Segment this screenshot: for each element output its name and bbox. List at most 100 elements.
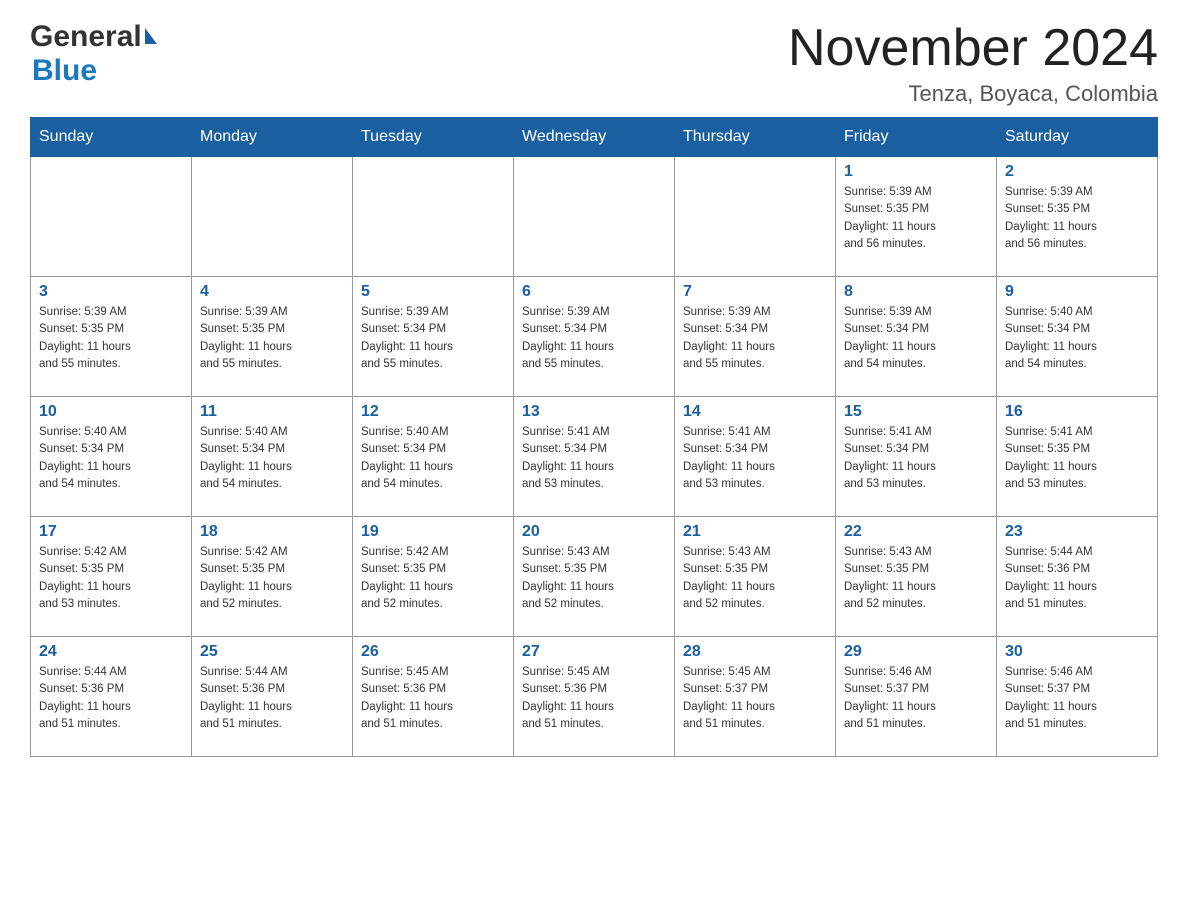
page-header: General Blue November 2024 Tenza, Boyaca… xyxy=(30,20,1158,107)
day-number: 18 xyxy=(200,523,344,541)
calendar-cell: 22 Sunrise: 5:43 AMSunset: 5:35 PMDayligh… xyxy=(836,517,997,637)
day-info: Sunrise: 5:42 AMSunset: 5:35 PMDaylight:… xyxy=(361,544,505,613)
day-info: Sunrise: 5:41 AMSunset: 5:35 PMDaylight:… xyxy=(1005,424,1149,493)
logo: General Blue xyxy=(30,20,157,88)
day-number: 29 xyxy=(844,643,988,661)
calendar-cell xyxy=(192,157,353,277)
weekday-header-row: SundayMondayTuesdayWednesdayThursdayFrid… xyxy=(31,118,1158,157)
day-info: Sunrise: 5:40 AMSunset: 5:34 PMDaylight:… xyxy=(39,424,183,493)
calendar-cell: 14Sunrise: 5:41 AMSunset: 5:34 PMDayligh… xyxy=(675,397,836,517)
day-info: Sunrise: 5:43 AMSunset: 5:35 PMDaylight:… xyxy=(522,544,666,613)
calendar-cell: 27 Sunrise: 5:45 AMSunset: 5:36 PMDayligh… xyxy=(514,637,675,757)
logo-general-text: General xyxy=(30,20,142,54)
day-info: Sunrise: 5:44 AMSunset: 5:36 PMDaylight:… xyxy=(39,664,183,733)
calendar-cell xyxy=(31,157,192,277)
calendar-cell xyxy=(675,157,836,277)
day-info: Sunrise: 5:41 AMSunset: 5:34 PMDaylight:… xyxy=(844,424,988,493)
day-info: Sunrise: 5:40 AMSunset: 5:34 PMDaylight:… xyxy=(1005,304,1149,373)
day-number: 19 xyxy=(361,523,505,541)
week-row-4: 24 Sunrise: 5:44 AMSunset: 5:36 PMDayligh… xyxy=(31,637,1158,757)
day-info: Sunrise: 5:43 AMSunset: 5:35 PMDaylight:… xyxy=(844,544,988,613)
day-number: 27 xyxy=(522,643,666,661)
weekday-header-tuesday: Tuesday xyxy=(353,118,514,157)
calendar-cell: 5Sunrise: 5:39 AMSunset: 5:34 PMDaylight… xyxy=(353,277,514,397)
day-number: 17 xyxy=(39,523,183,541)
weekday-header-wednesday: Wednesday xyxy=(514,118,675,157)
calendar-cell: 12Sunrise: 5:40 AMSunset: 5:34 PMDayligh… xyxy=(353,397,514,517)
day-number: 25 xyxy=(200,643,344,661)
day-number: 21 xyxy=(683,523,827,541)
calendar-cell: 29Sunrise: 5:46 AMSunset: 5:37 PMDayligh… xyxy=(836,637,997,757)
week-row-1: 3 Sunrise: 5:39 AMSunset: 5:35 PMDaylight… xyxy=(31,277,1158,397)
calendar-table: SundayMondayTuesdayWednesdayThursdayFrid… xyxy=(30,117,1158,757)
weekday-header-thursday: Thursday xyxy=(675,118,836,157)
day-info: Sunrise: 5:41 AMSunset: 5:34 PMDaylight:… xyxy=(522,424,666,493)
day-number: 24 xyxy=(39,643,183,661)
calendar-cell: 25 Sunrise: 5:44 AMSunset: 5:36 PMDayligh… xyxy=(192,637,353,757)
weekday-header-monday: Monday xyxy=(192,118,353,157)
day-number: 4 xyxy=(200,283,344,301)
calendar-cell: 18 Sunrise: 5:42 AMSunset: 5:35 PMDayligh… xyxy=(192,517,353,637)
calendar-cell: 10Sunrise: 5:40 AMSunset: 5:34 PMDayligh… xyxy=(31,397,192,517)
day-number: 28 xyxy=(683,643,827,661)
day-info: Sunrise: 5:39 AMSunset: 5:34 PMDaylight:… xyxy=(361,304,505,373)
day-number: 2 xyxy=(1005,163,1149,181)
location-title: Tenza, Boyaca, Colombia xyxy=(788,81,1158,107)
calendar-cell: 2 Sunrise: 5:39 AMSunset: 5:35 PMDaylight… xyxy=(997,157,1158,277)
day-number: 9 xyxy=(1005,283,1149,301)
day-info: Sunrise: 5:46 AMSunset: 5:37 PMDaylight:… xyxy=(1005,664,1149,733)
day-number: 16 xyxy=(1005,403,1149,421)
day-info: Sunrise: 5:44 AMSunset: 5:36 PMDaylight:… xyxy=(200,664,344,733)
week-row-3: 17 Sunrise: 5:42 AMSunset: 5:35 PMDayligh… xyxy=(31,517,1158,637)
calendar-cell: 11 Sunrise: 5:40 AMSunset: 5:34 PMDayligh… xyxy=(192,397,353,517)
calendar-cell: 17 Sunrise: 5:42 AMSunset: 5:35 PMDayligh… xyxy=(31,517,192,637)
day-number: 30 xyxy=(1005,643,1149,661)
week-row-2: 10Sunrise: 5:40 AMSunset: 5:34 PMDayligh… xyxy=(31,397,1158,517)
day-info: Sunrise: 5:39 AMSunset: 5:35 PMDaylight:… xyxy=(1005,184,1149,253)
day-info: Sunrise: 5:42 AMSunset: 5:35 PMDaylight:… xyxy=(200,544,344,613)
weekday-header-sunday: Sunday xyxy=(31,118,192,157)
calendar-cell: 20 Sunrise: 5:43 AMSunset: 5:35 PMDayligh… xyxy=(514,517,675,637)
day-info: Sunrise: 5:42 AMSunset: 5:35 PMDaylight:… xyxy=(39,544,183,613)
calendar-cell: 28 Sunrise: 5:45 AMSunset: 5:37 PMDayligh… xyxy=(675,637,836,757)
day-number: 12 xyxy=(361,403,505,421)
day-number: 23 xyxy=(1005,523,1149,541)
day-number: 13 xyxy=(522,403,666,421)
day-number: 6 xyxy=(522,283,666,301)
day-info: Sunrise: 5:40 AMSunset: 5:34 PMDaylight:… xyxy=(200,424,344,493)
day-number: 3 xyxy=(39,283,183,301)
day-number: 20 xyxy=(522,523,666,541)
logo-blue-text: Blue xyxy=(30,54,97,87)
day-info: Sunrise: 5:44 AMSunset: 5:36 PMDaylight:… xyxy=(1005,544,1149,613)
calendar-cell: 16 Sunrise: 5:41 AMSunset: 5:35 PMDayligh… xyxy=(997,397,1158,517)
weekday-header-friday: Friday xyxy=(836,118,997,157)
calendar-cell: 21 Sunrise: 5:43 AMSunset: 5:35 PMDayligh… xyxy=(675,517,836,637)
calendar-cell: 26 Sunrise: 5:45 AMSunset: 5:36 PMDayligh… xyxy=(353,637,514,757)
day-number: 22 xyxy=(844,523,988,541)
week-row-0: 1 Sunrise: 5:39 AMSunset: 5:35 PMDaylight… xyxy=(31,157,1158,277)
day-info: Sunrise: 5:39 AMSunset: 5:34 PMDaylight:… xyxy=(844,304,988,373)
calendar-cell xyxy=(514,157,675,277)
weekday-header-saturday: Saturday xyxy=(997,118,1158,157)
day-info: Sunrise: 5:39 AMSunset: 5:35 PMDaylight:… xyxy=(844,184,988,253)
calendar-cell: 6Sunrise: 5:39 AMSunset: 5:34 PMDaylight… xyxy=(514,277,675,397)
day-info: Sunrise: 5:45 AMSunset: 5:36 PMDaylight:… xyxy=(361,664,505,733)
calendar-cell: 15 Sunrise: 5:41 AMSunset: 5:34 PMDayligh… xyxy=(836,397,997,517)
day-number: 11 xyxy=(200,403,344,421)
day-info: Sunrise: 5:39 AMSunset: 5:35 PMDaylight:… xyxy=(39,304,183,373)
calendar-cell: 7 Sunrise: 5:39 AMSunset: 5:34 PMDaylight… xyxy=(675,277,836,397)
calendar-cell: 8Sunrise: 5:39 AMSunset: 5:34 PMDaylight… xyxy=(836,277,997,397)
day-info: Sunrise: 5:45 AMSunset: 5:36 PMDaylight:… xyxy=(522,664,666,733)
calendar-cell: 1 Sunrise: 5:39 AMSunset: 5:35 PMDaylight… xyxy=(836,157,997,277)
calendar-cell: 19 Sunrise: 5:42 AMSunset: 5:35 PMDayligh… xyxy=(353,517,514,637)
day-number: 26 xyxy=(361,643,505,661)
calendar-cell: 4Sunrise: 5:39 AMSunset: 5:35 PMDaylight… xyxy=(192,277,353,397)
day-info: Sunrise: 5:39 AMSunset: 5:34 PMDaylight:… xyxy=(683,304,827,373)
day-number: 1 xyxy=(844,163,988,181)
day-number: 7 xyxy=(683,283,827,301)
day-info: Sunrise: 5:45 AMSunset: 5:37 PMDaylight:… xyxy=(683,664,827,733)
calendar-cell: 13 Sunrise: 5:41 AMSunset: 5:34 PMDayligh… xyxy=(514,397,675,517)
day-info: Sunrise: 5:43 AMSunset: 5:35 PMDaylight:… xyxy=(683,544,827,613)
day-number: 15 xyxy=(844,403,988,421)
calendar-cell: 24 Sunrise: 5:44 AMSunset: 5:36 PMDayligh… xyxy=(31,637,192,757)
